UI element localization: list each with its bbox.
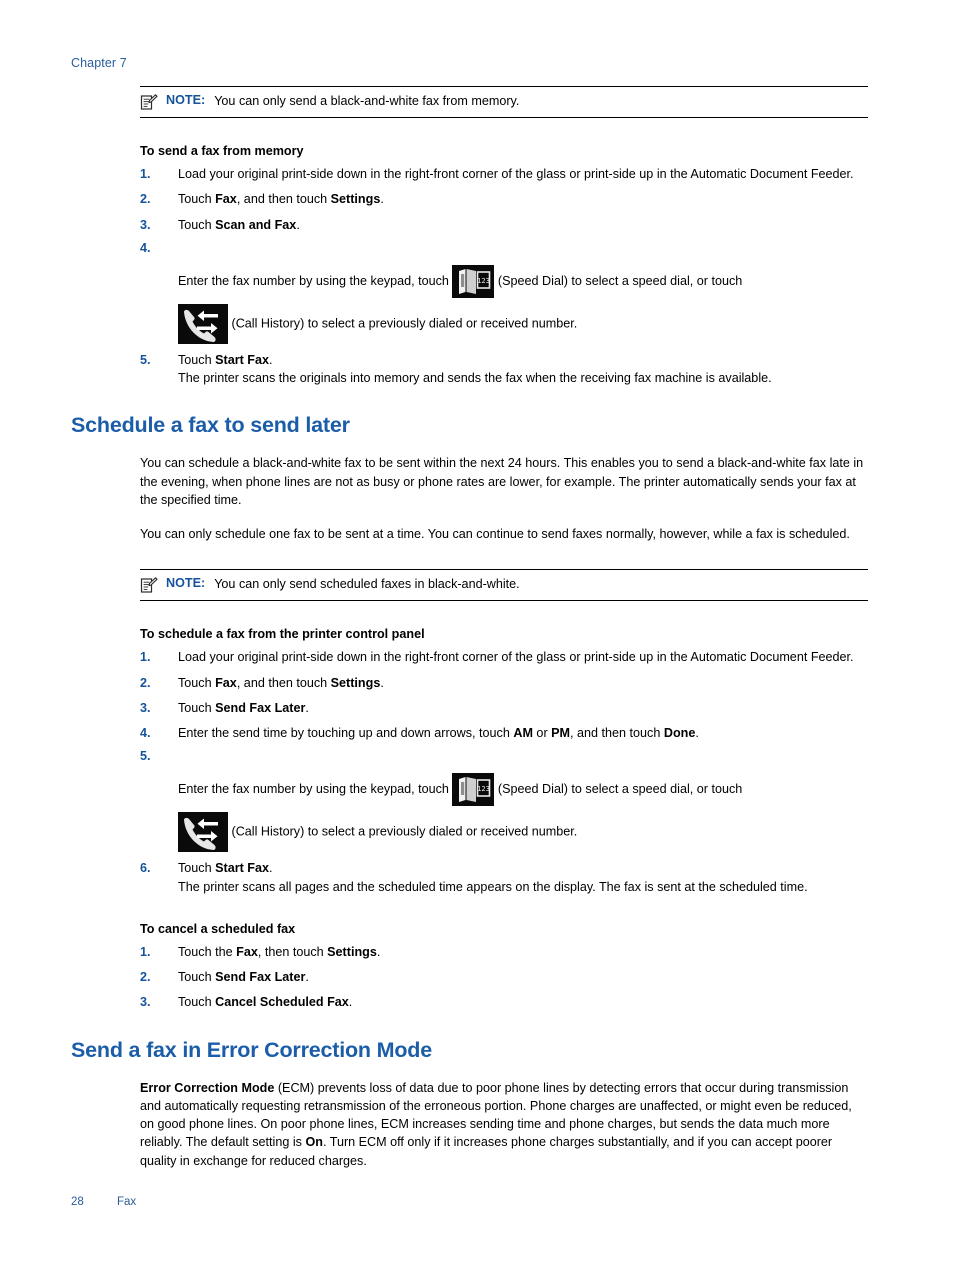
step-number: 4.	[140, 240, 151, 255]
footer-section-label: Fax	[117, 1196, 137, 1208]
section-heading-schedule-fax: Schedule a fax to send later	[71, 413, 350, 438]
step-number: 2.	[140, 970, 151, 984]
step-text-line1: Enter the fax number by using the keypad…	[178, 264, 871, 298]
procedure-title-schedule-fax: To schedule a fax from the printer contr…	[140, 627, 425, 642]
note-text: You can only send scheduled faxes in bla…	[214, 577, 520, 592]
list-item: 5. Enter the fax number by using the key…	[140, 747, 871, 853]
step-number: 2.	[140, 192, 151, 207]
document-page: Chapter 7 NOTE: You can only send a blac…	[0, 0, 954, 1270]
step-text: Touch the Fax, then touch Settings.	[178, 944, 381, 959]
step-number: 5.	[140, 749, 151, 764]
step-number: 1.	[140, 944, 151, 959]
section-paragraph: You can schedule a black-and-white fax t…	[140, 456, 864, 507]
step-text: Enter the send time by touching up and d…	[178, 726, 699, 740]
list-item: 6. Touch Start Fax. The printer scans al…	[140, 859, 871, 896]
svg-text:123: 123	[478, 277, 491, 285]
step-number: 5.	[140, 352, 151, 367]
note-label: NOTE:	[166, 576, 206, 591]
step-text: Touch Fax, and then touch Settings.	[178, 675, 384, 690]
svg-text:123: 123	[478, 785, 491, 793]
step-number: 3.	[140, 217, 151, 232]
list-item: 1. Load your original print-side down in…	[140, 648, 871, 666]
page-footer: 28 Fax	[71, 1196, 136, 1208]
step-icon-gap	[178, 747, 871, 773]
list-item: 3. Touch Cancel Scheduled Fax.	[140, 993, 871, 1011]
list-item: 4. Enter the send time by touching up an…	[140, 724, 871, 742]
step-text: Touch Scan and Fax.	[178, 217, 300, 232]
speed-dial-icon: 123	[452, 264, 495, 298]
call-history-icon	[178, 812, 228, 853]
section-paragraph: You can only schedule one fax to be sent…	[140, 527, 850, 541]
list-item: 1. Load your original print-side down in…	[140, 165, 871, 183]
step-icon-gap	[178, 239, 871, 265]
step-text: Touch Fax, and then touch Settings.	[178, 192, 384, 207]
section-heading-ecm: Send a fax in Error Correction Mode	[71, 1037, 432, 1062]
step-number: 4.	[140, 726, 151, 740]
step-subtext: The printer scans the originals into mem…	[178, 371, 772, 385]
note-pad-icon	[140, 94, 158, 111]
step-number: 1.	[140, 650, 151, 665]
steps-cancel-scheduled-fax: 1. Touch the Fax, then touch Settings. 2…	[140, 943, 871, 1012]
step-number: 3.	[140, 700, 151, 715]
step-number: 1.	[140, 167, 151, 181]
step-text: Load your original print-side down in th…	[178, 167, 854, 181]
steps-send-from-memory: 1. Load your original print-side down in…	[140, 165, 871, 387]
step-text: Touch Start Fax.	[178, 861, 273, 876]
list-item: 2. Touch Fax, and then touch Settings.	[140, 190, 871, 208]
step-text: Touch Send Fax Later.	[178, 970, 309, 984]
step-number: 6.	[140, 861, 151, 876]
step-text: Touch Start Fax.	[178, 352, 273, 367]
list-item: 3. Touch Scan and Fax.	[140, 216, 871, 234]
step-text-line1: Enter the fax number by using the keypad…	[178, 773, 871, 807]
list-item: 1. Touch the Fax, then touch Settings.	[140, 943, 871, 961]
step-text: Load your original print-side down in th…	[178, 650, 854, 665]
list-item: 5. Touch Start Fax. The printer scans th…	[140, 351, 871, 388]
note-label: NOTE:	[166, 93, 206, 107]
list-item: 4. Enter the fax number by using the key…	[140, 239, 871, 344]
step-text: Touch Send Fax Later.	[178, 700, 309, 715]
note-callout: NOTE: You can only send scheduled faxes …	[140, 569, 868, 602]
step-text-line2: (Call History) to select a previously di…	[178, 812, 871, 853]
note-text: You can only send a black-and-white fax …	[214, 94, 520, 108]
footer-page-number: 28	[71, 1196, 84, 1208]
procedure-title-cancel-scheduled-fax: To cancel a scheduled fax	[140, 921, 296, 936]
call-history-icon	[178, 303, 228, 344]
note-pad-icon	[140, 577, 158, 594]
step-text: Touch Cancel Scheduled Fax.	[178, 995, 353, 1010]
list-item: 3. Touch Send Fax Later.	[140, 699, 871, 717]
step-number: 2.	[140, 675, 151, 690]
section-paragraph-ecm: Error Correction Mode (ECM) prevents los…	[140, 1080, 852, 1168]
list-item: 2. Touch Send Fax Later.	[140, 968, 871, 986]
step-text-line2: (Call History) to select a previously di…	[178, 303, 871, 344]
step-number: 3.	[140, 995, 151, 1010]
steps-schedule-fax: 1. Load your original print-side down in…	[140, 648, 871, 896]
note-callout: NOTE: You can only send a black-and-whit…	[140, 86, 868, 118]
step-subtext: The printer scans all pages and the sche…	[178, 879, 808, 894]
chapter-header: Chapter 7	[71, 56, 127, 70]
speed-dial-icon: 123	[452, 773, 495, 807]
procedure-title-send-from-memory: To send a fax from memory	[140, 144, 304, 158]
page-content: NOTE: You can only send a black-and-whit…	[71, 86, 871, 1170]
list-item: 2. Touch Fax, and then touch Settings.	[140, 674, 871, 692]
